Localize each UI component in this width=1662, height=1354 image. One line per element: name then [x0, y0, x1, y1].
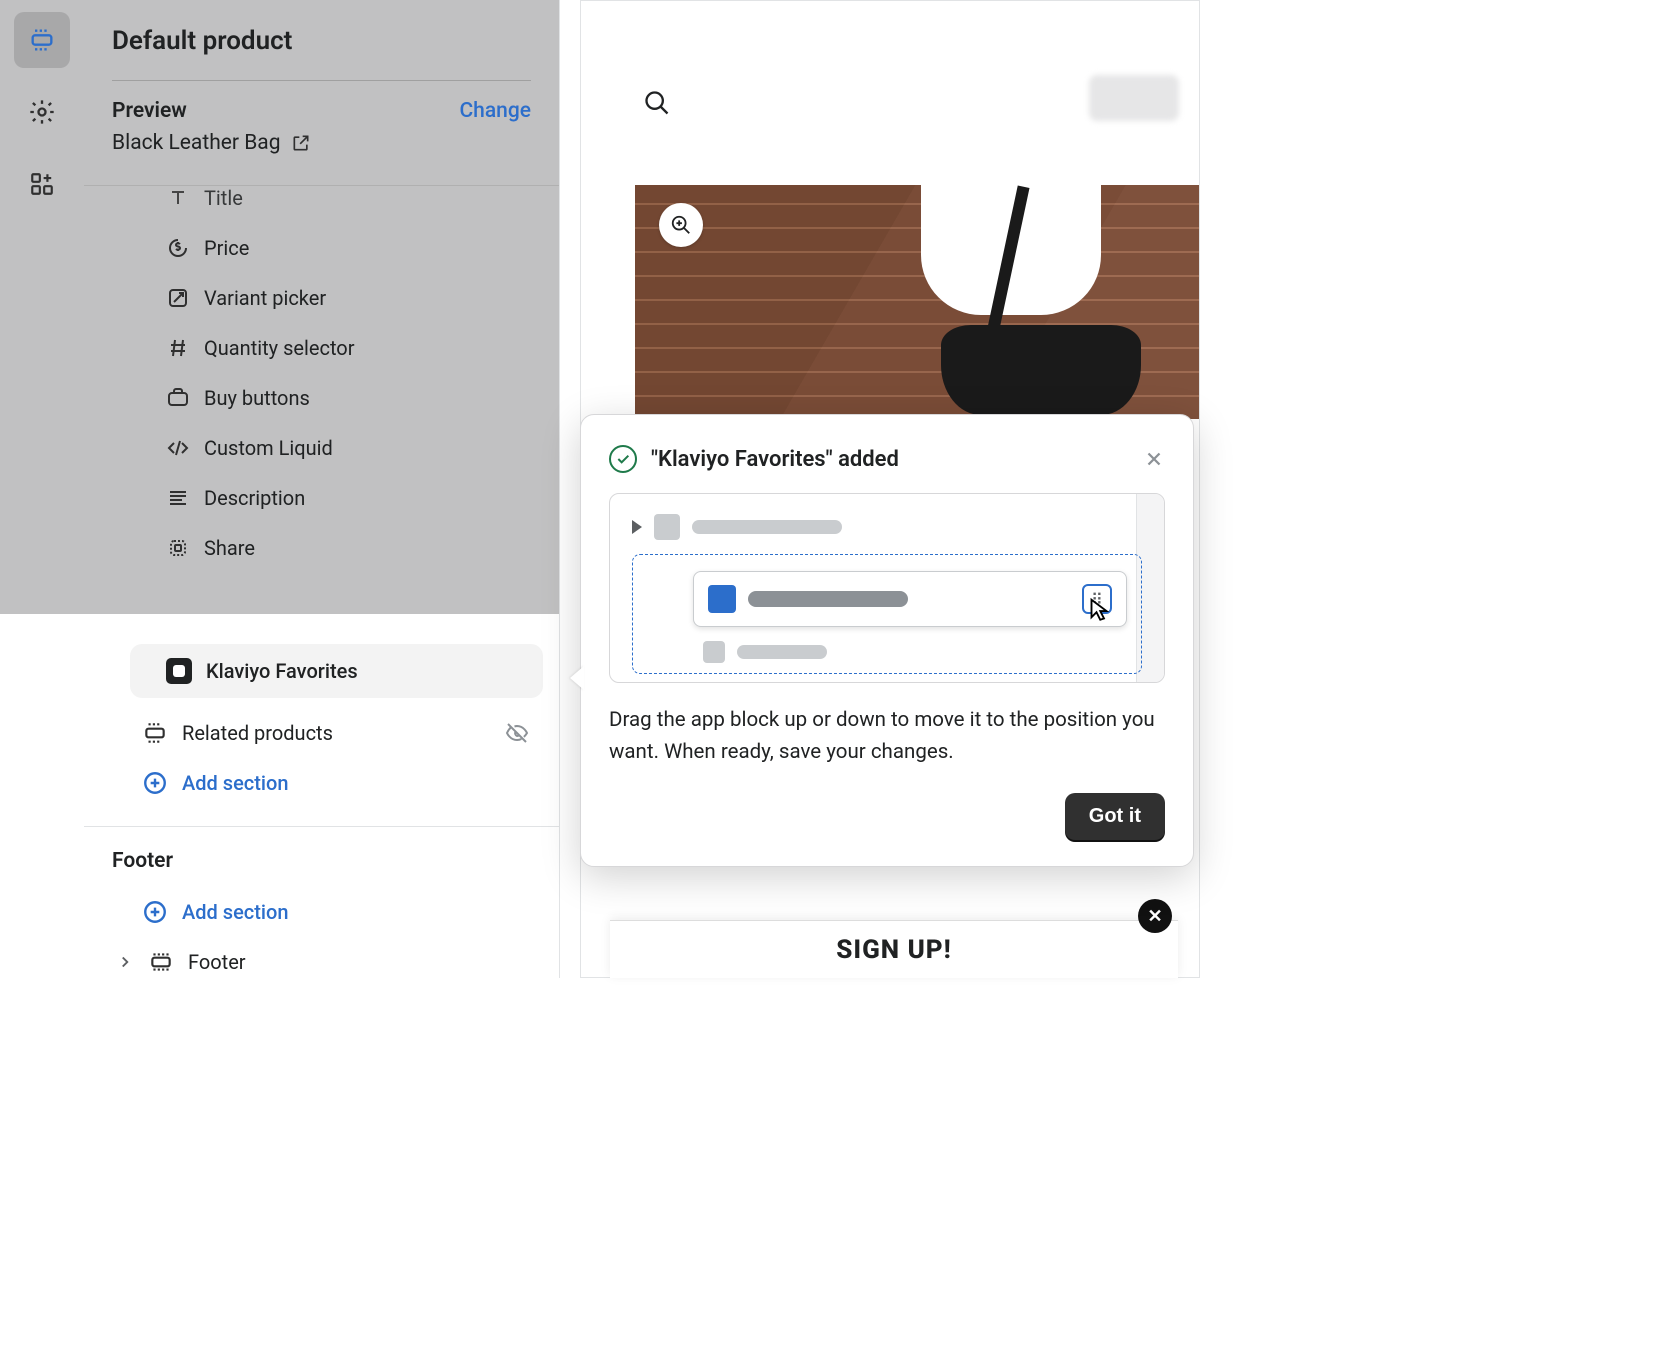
- tree-item-label: Quantity selector: [204, 336, 354, 360]
- drag-handle-icon: [1082, 584, 1112, 614]
- collapse-icon: [632, 520, 642, 534]
- tree-list-lower: Klaviyo Favorites Related products Add s…: [84, 614, 559, 987]
- tree-item-klaviyo[interactable]: Klaviyo Favorites: [130, 644, 543, 698]
- image-zoom-button[interactable]: [659, 203, 703, 247]
- tree-item-label: Buy buttons: [204, 386, 310, 410]
- signup-text: SIGN UP!: [836, 935, 952, 965]
- popover-title: "Klaviyo Favorites" added: [651, 447, 1129, 472]
- tree-item-label: Share: [204, 536, 255, 560]
- price-icon: [166, 236, 190, 260]
- buy-icon: [166, 386, 190, 410]
- section-icon: [148, 949, 174, 975]
- divider: [112, 80, 531, 81]
- close-icon[interactable]: [1143, 448, 1165, 470]
- store-logo: [1089, 75, 1179, 121]
- chevron-right-icon: [116, 953, 134, 971]
- product-image: [635, 185, 1200, 419]
- popover-arrow: [570, 666, 584, 690]
- preview-product-name: Black Leather Bag: [112, 131, 281, 155]
- tree-item-label: Klaviyo Favorites: [206, 659, 358, 683]
- change-link[interactable]: Change: [459, 99, 531, 123]
- footer-add-section[interactable]: Add section: [84, 887, 559, 937]
- footer-item[interactable]: Footer: [84, 937, 559, 987]
- plus-circle-icon: [142, 899, 168, 925]
- settings-tab-icon[interactable]: [14, 84, 70, 140]
- page-title: Default product: [112, 26, 531, 56]
- description-icon: [166, 486, 190, 510]
- sections-tab-icon[interactable]: [14, 12, 70, 68]
- plus-circle-icon: [142, 770, 168, 796]
- tree-item-description[interactable]: Description: [84, 473, 559, 523]
- tree-item-title[interactable]: Title: [84, 186, 559, 223]
- footer-item-label: Footer: [188, 950, 246, 974]
- share-icon: [166, 536, 190, 560]
- tree-item-quantity[interactable]: Quantity selector: [84, 323, 559, 373]
- tree-item-label: Title: [204, 186, 243, 210]
- tree-item-label: Variant picker: [204, 286, 326, 310]
- icon-rail: [0, 0, 84, 614]
- tree-item-price[interactable]: Price: [84, 223, 559, 273]
- tree-item-share[interactable]: Share: [84, 523, 559, 573]
- add-section-label: Add section: [182, 900, 288, 924]
- success-icon: [609, 445, 637, 473]
- footer-heading: Footer: [84, 849, 559, 887]
- preview-label: Preview: [112, 99, 187, 123]
- code-icon: [166, 436, 190, 460]
- add-section[interactable]: Add section: [84, 758, 559, 808]
- footer-section: Footer Add section Footer: [84, 826, 559, 987]
- tree-item-custom-liquid[interactable]: Custom Liquid: [84, 423, 559, 473]
- drag-illustration: [609, 493, 1165, 683]
- add-section-label: Add section: [182, 771, 288, 795]
- title-icon: [166, 186, 190, 210]
- apps-tab-icon[interactable]: [14, 156, 70, 212]
- tree-list: Title Price Variant picker Quantity sele…: [84, 186, 559, 614]
- tree-item-related[interactable]: Related products: [84, 708, 559, 758]
- popover-body: Drag the app block up or down to move it…: [609, 705, 1165, 769]
- tree-item-variant[interactable]: Variant picker: [84, 273, 559, 323]
- preview-product[interactable]: Black Leather Bag: [112, 131, 531, 155]
- klaviyo-icon: [166, 658, 192, 684]
- hidden-icon[interactable]: [505, 721, 529, 745]
- search-icon[interactable]: [643, 89, 671, 117]
- close-icon[interactable]: ✕: [1138, 899, 1172, 933]
- signup-banner: ✕ SIGN UP!: [610, 920, 1178, 978]
- variant-icon: [166, 286, 190, 310]
- tree-item-label: Price: [204, 236, 249, 260]
- sidebar-header: Default product Preview Change Black Lea…: [84, 0, 559, 186]
- popover: "Klaviyo Favorites" added Drag th: [580, 414, 1194, 867]
- tree-item-buy[interactable]: Buy buttons: [84, 373, 559, 423]
- sidebar: Default product Preview Change Black Lea…: [84, 0, 560, 978]
- tree-item-label: Description: [204, 486, 305, 510]
- tree-item-label: Related products: [182, 721, 333, 745]
- got-it-button[interactable]: Got it: [1065, 793, 1165, 840]
- external-link-icon: [291, 133, 311, 153]
- hash-icon: [166, 336, 190, 360]
- tree-item-label: Custom Liquid: [204, 436, 333, 460]
- section-icon: [142, 720, 168, 746]
